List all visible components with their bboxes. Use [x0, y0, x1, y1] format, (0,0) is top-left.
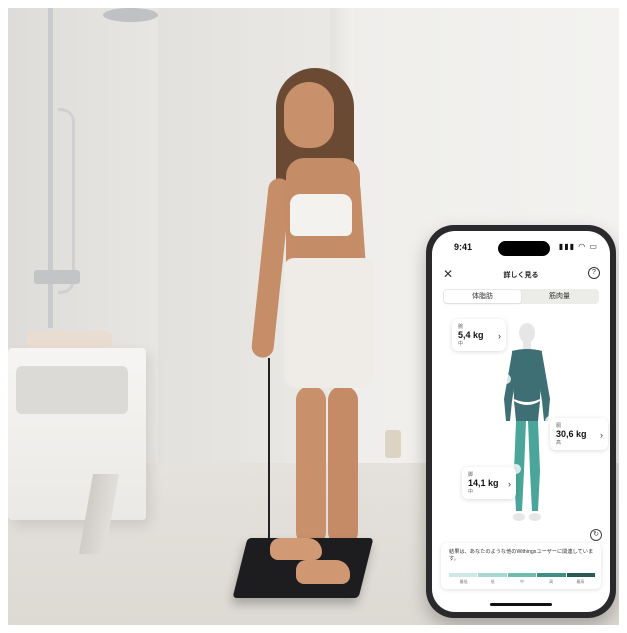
sink-basin [16, 366, 128, 414]
arm-level: 中 [458, 341, 464, 347]
person-top [290, 194, 352, 236]
sink [8, 348, 146, 520]
level-bar-segment [507, 573, 537, 577]
figure-arm-marker [501, 374, 511, 384]
phone-screen: 9:41 ▮▮▮ ◠ ▭ ✕ 詳しく見る ? 体脂肪 筋肉量 腕 5,4 kg … [432, 231, 610, 612]
shower-head [103, 8, 158, 22]
figure-hips [514, 401, 540, 421]
shower-hose [58, 108, 75, 294]
figure-foot-left [513, 513, 525, 521]
leg-value: 14,1 kg [468, 478, 499, 488]
level-bar-segment [537, 573, 566, 577]
leg-level: 中 [468, 489, 474, 495]
level-bar-segment [449, 573, 478, 577]
leg-fat-card[interactable]: 脚 14,1 kg 中 › [462, 467, 516, 499]
chevron-right-icon: › [508, 479, 511, 489]
result-card: 結果は、あなたのような他のWithingsユーザーに関連しています。 最低 低 … [441, 543, 601, 589]
help-icon[interactable]: ? [588, 267, 600, 279]
segmented-control: 体脂肪 筋肉量 [443, 289, 599, 304]
level-bar-segment [478, 573, 507, 577]
trunk-value: 30,6 kg [556, 429, 587, 439]
level-label: 低 [490, 579, 495, 584]
trunk-level: 高 [556, 440, 562, 446]
status-time: 9:41 [454, 242, 473, 252]
rotate-icon[interactable]: ↻ [590, 529, 602, 541]
arm-value: 5,4 kg [458, 330, 484, 340]
result-text: 結果は、あなたのような他のWithingsユーザーに関連しています。 [449, 549, 594, 562]
dynamic-island [498, 241, 550, 256]
person-leg-left [296, 386, 326, 546]
figure-head [519, 323, 535, 343]
person-foot-right [296, 560, 350, 584]
level-label: 高 [549, 579, 554, 584]
status-icons: ▮▮▮ ◠ ▭ [558, 242, 598, 251]
person-leg-right [328, 386, 358, 546]
candle [385, 430, 401, 458]
smartphone: 9:41 ▮▮▮ ◠ ▭ ✕ 詳しく見る ? 体脂肪 筋肉量 腕 5,4 kg … [426, 225, 616, 618]
screen-title: 詳しく見る [503, 272, 539, 279]
person-shorts [284, 258, 374, 388]
arm-label: 腕 [458, 324, 464, 330]
chevron-right-icon: › [600, 430, 603, 440]
level-bar-segment [566, 573, 596, 577]
scale-handle-cable [268, 358, 270, 548]
trunk-fat-card[interactable]: 胴 30,6 kg 高 › [550, 418, 608, 450]
level-label: 最高 [576, 579, 585, 584]
chevron-right-icon: › [498, 331, 501, 341]
level-label: 中 [520, 579, 524, 584]
photo-scene: 9:41 ▮▮▮ ◠ ▭ ✕ 詳しく見る ? 体脂肪 筋肉量 腕 5,4 kg … [8, 8, 619, 625]
figure-neck [523, 342, 531, 350]
home-indicator [490, 603, 552, 606]
shower-valve [34, 270, 80, 284]
figure-leg-right [528, 421, 540, 511]
figure-trunk [512, 349, 542, 402]
figure-foot-right [529, 513, 541, 521]
wall-left [8, 8, 158, 368]
leg-label: 脚 [468, 472, 474, 478]
level-scale-labels: 最低 低 中 高 最高 [449, 579, 595, 585]
level-scale-bar [449, 573, 596, 577]
person-head [284, 82, 334, 148]
tab-body-fat[interactable]: 体脂肪 [444, 290, 521, 303]
level-label: 最低 [459, 579, 468, 584]
arm-fat-card[interactable]: 腕 5,4 kg 中 › [452, 319, 506, 351]
trunk-label: 胴 [556, 423, 562, 429]
tab-muscle-mass[interactable]: 筋肉量 [521, 290, 598, 303]
person-foot-left [270, 538, 322, 560]
